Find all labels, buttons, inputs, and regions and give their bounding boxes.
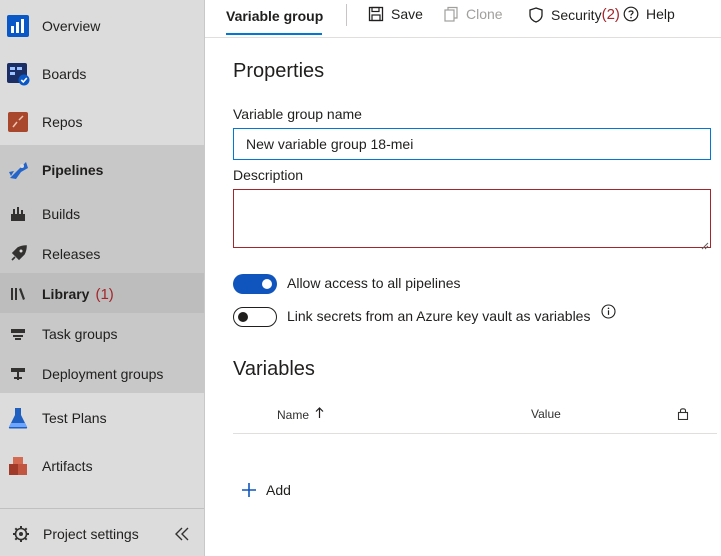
annotation-marker-1: (1) (95, 285, 114, 303)
sidebar-item-library-label: Library (42, 285, 90, 302)
save-button[interactable]: Save (368, 6, 423, 22)
variable-group-name-input[interactable] (233, 128, 711, 160)
artifacts-icon (6, 454, 30, 478)
save-icon (368, 6, 384, 22)
sidebar-divider (0, 508, 204, 509)
variable-group-name-label: Variable group name (233, 106, 362, 122)
sidebar-item-releases[interactable]: Releases (0, 242, 204, 266)
annotation-marker-2: (2) (601, 6, 620, 23)
sidebar-item-overview[interactable]: Overview (0, 10, 204, 42)
properties-heading: Properties (233, 60, 325, 82)
lock-icon (677, 407, 689, 421)
builds-icon (9, 205, 27, 223)
test-plans-icon (6, 406, 30, 430)
toggle-knob (238, 312, 248, 322)
shield-icon (528, 6, 544, 23)
security-button[interactable]: Security (2) (528, 6, 620, 23)
resize-grip-icon[interactable] (700, 237, 709, 250)
double-chevron-left-icon[interactable] (174, 527, 190, 541)
allow-all-pipelines-toggle[interactable] (233, 274, 277, 294)
toolbar: Variable group Save Clone Security (2) H… (205, 0, 721, 38)
sort-ascending-icon (315, 407, 324, 422)
sidebar-item-pipelines[interactable]: Pipelines (0, 154, 204, 186)
rocket-icon (9, 245, 27, 263)
sidebar-item-boards[interactable]: Boards (0, 58, 204, 90)
help-button[interactable]: Help (623, 6, 675, 22)
clone-icon (443, 6, 459, 22)
task-groups-icon (9, 325, 27, 343)
column-header-value[interactable]: Value (531, 407, 561, 421)
sidebar-item-builds[interactable]: Builds (0, 202, 204, 226)
sidebar-item-task-groups[interactable]: Task groups (0, 322, 204, 346)
sidebar-item-library[interactable]: Library (1) (0, 282, 204, 306)
pipelines-icon (6, 158, 30, 182)
overview-icon (6, 14, 30, 38)
column-header-name[interactable]: Name (277, 407, 324, 422)
link-key-vault-label: Link secrets from an Azure key vault as … (287, 308, 591, 324)
gear-icon (9, 522, 33, 546)
sidebar-item-deployment-groups[interactable]: Deployment groups (0, 362, 204, 386)
boards-icon (6, 62, 30, 86)
description-textarea[interactable] (233, 189, 711, 248)
toggle-knob (262, 279, 272, 289)
help-icon (623, 6, 639, 22)
repos-icon (6, 110, 30, 134)
table-header-divider (233, 433, 717, 434)
toolbar-separator (346, 4, 347, 26)
link-key-vault-toggle[interactable] (233, 307, 277, 327)
variables-heading: Variables (233, 358, 315, 380)
info-icon[interactable] (601, 304, 616, 319)
tab-active-indicator (226, 33, 322, 35)
sidebar: Overview Boards Repos Pipelines Builds R… (0, 0, 205, 556)
description-label: Description (233, 167, 304, 183)
sidebar-item-test-plans[interactable]: Test Plans (0, 402, 204, 434)
add-variable-button[interactable]: Add (241, 482, 291, 498)
sidebar-item-artifacts[interactable]: Artifacts (0, 450, 204, 482)
deployment-groups-icon (9, 365, 27, 383)
plus-icon (241, 482, 257, 498)
sidebar-item-repos[interactable]: Repos (0, 106, 204, 138)
allow-all-pipelines-label: Allow access to all pipelines (287, 275, 461, 291)
library-icon (9, 285, 27, 303)
clone-button[interactable]: Clone (443, 6, 503, 22)
